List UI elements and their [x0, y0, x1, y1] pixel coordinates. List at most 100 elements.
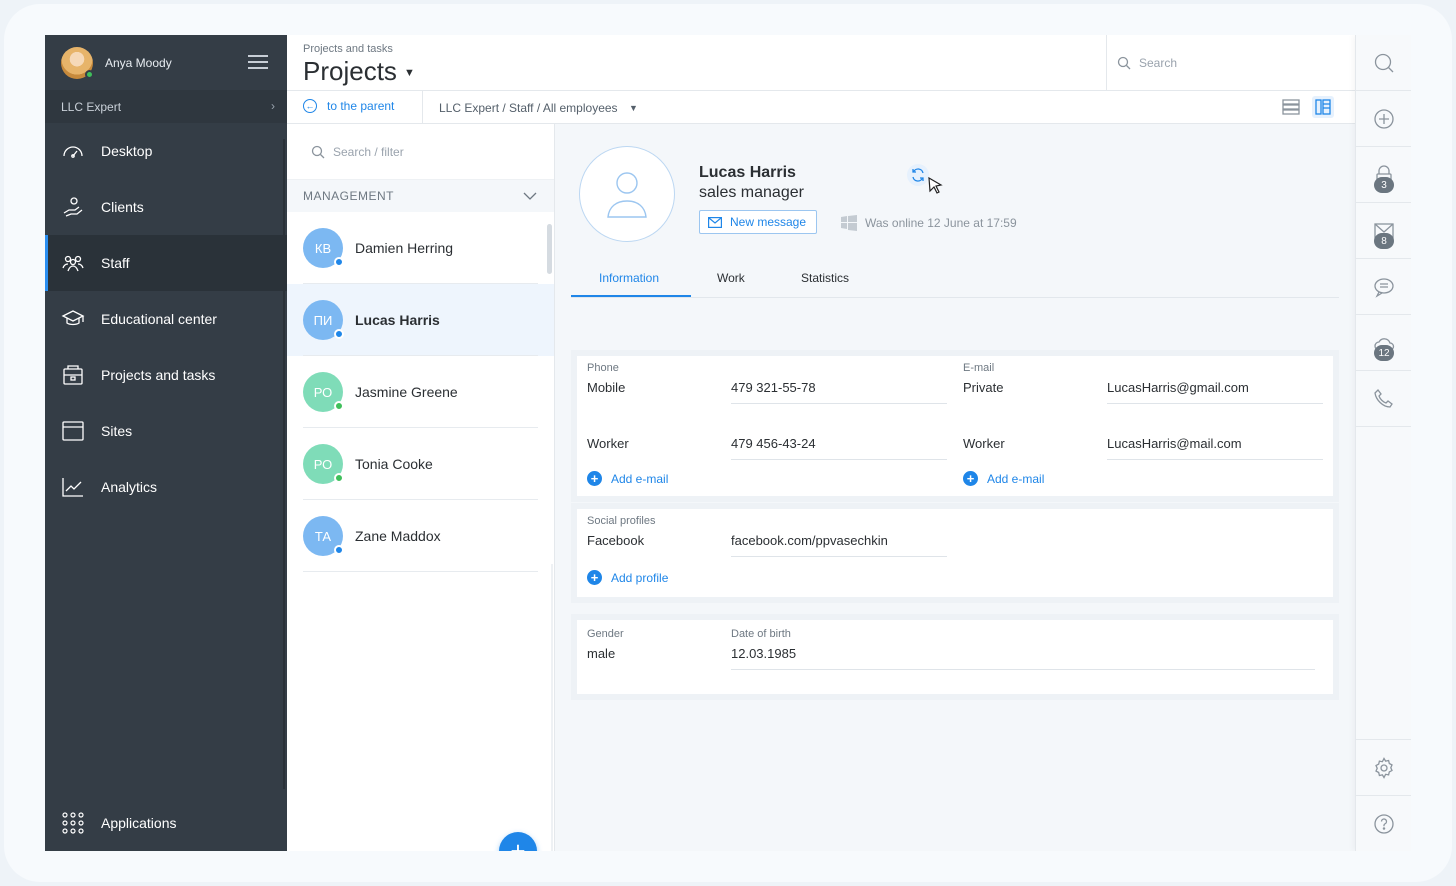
page-title[interactable]: Projects — [303, 56, 397, 87]
user-name: Anya Moody — [105, 55, 172, 70]
social-section-label: Social profiles — [587, 515, 656, 527]
social-value[interactable]: facebook.com/ppvasechkin — [731, 533, 888, 548]
employee-name: Lucas Harris — [355, 312, 440, 328]
contacts-card: Phone Mobile 479 321-55-78 Worker 479 45… — [571, 350, 1339, 502]
chevron-right-icon: › — [271, 99, 275, 113]
user-avatar[interactable] — [61, 46, 94, 79]
menu-icon[interactable] — [248, 55, 268, 69]
to-parent-label: to the parent — [327, 99, 395, 113]
sidebar-item-sites[interactable]: Sites — [45, 403, 287, 459]
profile-avatar[interactable] — [579, 146, 675, 242]
sidebar-item-label: Staff — [101, 255, 130, 271]
employee-initials: РО — [313, 384, 333, 400]
applications-button[interactable]: Applications — [45, 795, 287, 851]
settings-button[interactable] — [1356, 739, 1411, 795]
department-path[interactable]: LLC Expert / Staff / All employees — [439, 101, 618, 115]
employee-row[interactable]: ТА Zane Maddox — [287, 500, 554, 572]
sidebar-item-analytics[interactable]: Analytics — [45, 459, 287, 515]
phone-type: Worker — [587, 436, 629, 451]
sidebar-item-desktop[interactable]: Desktop — [45, 123, 287, 179]
hand-icon — [61, 195, 85, 219]
last-online-text: Was online 12 June at 17:59 — [865, 216, 1017, 230]
employee-row[interactable]: РО Jasmine Greene — [287, 356, 554, 428]
sidebar: Anya Moody LLC Expert › Desktop Clients … — [45, 35, 287, 851]
tab-statistics[interactable]: Statistics — [801, 271, 849, 285]
last-online: Was online 12 June at 17:59 — [841, 215, 1017, 231]
rail-search-button[interactable] — [1356, 35, 1411, 91]
group-header[interactable]: MANAGEMENT — [287, 180, 554, 212]
arrow-left-icon: ← — [303, 99, 317, 113]
plus-circle-icon: + — [587, 570, 602, 585]
phone-section-label: Phone — [587, 362, 619, 374]
refresh-icon — [912, 168, 924, 182]
help-icon — [1374, 813, 1394, 834]
online-status-dot — [85, 69, 94, 79]
rail-add-button[interactable] — [1356, 91, 1411, 147]
caret-down-icon[interactable]: ▼ — [404, 67, 415, 79]
company-selector[interactable]: LLC Expert › — [45, 90, 287, 123]
add-profile-button[interactable]: + Add profile — [587, 570, 668, 585]
to-parent-link[interactable]: ← to the parent — [303, 99, 394, 113]
user-panel[interactable]: Anya Moody — [45, 35, 287, 90]
global-search[interactable]: Search — [1106, 35, 1355, 91]
add-email-button[interactable]: + Add e-mail — [963, 471, 1044, 486]
tab-work[interactable]: Work — [717, 271, 745, 285]
email-value[interactable]: LucasHarris@mail.com — [1107, 436, 1242, 451]
sidebar-item-label: Desktop — [101, 143, 153, 159]
app-window: Anya Moody LLC Expert › Desktop Clients … — [45, 35, 1411, 851]
speedometer-icon — [61, 139, 85, 163]
card-view-button[interactable] — [1312, 96, 1334, 118]
dob-label: Date of birth — [731, 628, 791, 640]
filter-field[interactable]: Search / filter — [287, 124, 554, 180]
rail-mail-button[interactable]: 8 — [1356, 203, 1411, 259]
grid-icon — [61, 811, 85, 835]
plus-icon: + — [510, 835, 526, 852]
add-email-button[interactable]: + Add e-mail — [587, 471, 668, 486]
card-view-icon — [1315, 99, 1331, 115]
list-scrollbar-thumb[interactable] — [547, 224, 552, 274]
email-value[interactable]: LucasHarris@gmail.com — [1107, 380, 1249, 395]
sidebar-item-clients[interactable]: Clients — [45, 179, 287, 235]
employee-avatar: ПИ — [303, 300, 344, 340]
search-input[interactable]: Search — [1139, 56, 1177, 70]
dob-value[interactable]: 12.03.1985 — [731, 646, 796, 661]
rail-cloud-button[interactable]: 12 — [1356, 315, 1411, 371]
employee-row[interactable]: ПИ Lucas Harris — [287, 284, 554, 356]
sidebar-item-staff[interactable]: Staff — [45, 235, 287, 291]
people-icon — [61, 251, 85, 275]
employee-initials: КВ — [314, 240, 332, 256]
email-section-label: E-mail — [963, 362, 995, 374]
sidebar-item-educational-center[interactable]: Educational center — [45, 291, 287, 347]
gender-value[interactable]: male — [587, 646, 615, 661]
phone-value[interactable]: 479 456-43-24 — [731, 436, 816, 451]
tab-information[interactable]: Information — [599, 271, 659, 285]
row-divider — [303, 571, 538, 572]
sidebar-scrollbar[interactable] — [283, 139, 285, 789]
employee-row[interactable]: РО Tonia Cooke — [287, 428, 554, 500]
caret-down-icon[interactable]: ▼ — [629, 103, 638, 113]
rail-lock-button[interactable]: 3 — [1356, 147, 1411, 203]
sidebar-item-projects-and-tasks[interactable]: Projects and tasks — [45, 347, 287, 403]
employee-row[interactable]: КВ Damien Herring — [287, 212, 554, 284]
sidebar-item-label: Clients — [101, 199, 144, 215]
email-type: Private — [963, 380, 1004, 395]
rail-phone-button[interactable] — [1356, 371, 1411, 427]
list-scrollbar-track — [551, 564, 553, 851]
breadcrumb[interactable]: Projects and tasks — [303, 43, 393, 55]
phone-value[interactable]: 479 321-55-78 — [731, 380, 816, 395]
rail-chat-button[interactable] — [1356, 259, 1411, 315]
help-button[interactable] — [1356, 795, 1411, 851]
list-view-icon[interactable] — [1282, 99, 1300, 115]
employee-name: Jasmine Greene — [355, 384, 458, 400]
new-message-button[interactable]: New message — [699, 210, 818, 234]
line-chart-icon — [61, 475, 85, 499]
employee-detail: Lucas Harris sales manager New message W… — [555, 124, 1355, 851]
refresh-button[interactable] — [907, 164, 929, 186]
contacts-card-body: Phone Mobile 479 321-55-78 Worker 479 45… — [577, 356, 1333, 496]
add-employee-button[interactable]: + — [499, 832, 537, 851]
employee-initials: ТА — [314, 528, 332, 544]
social-type: Facebook — [587, 533, 645, 548]
filter-input[interactable]: Search / filter — [333, 145, 404, 159]
employee-avatar: КВ — [303, 228, 344, 268]
personal-card-body: Gender male Date of birth 12.03.1985 — [577, 620, 1333, 694]
